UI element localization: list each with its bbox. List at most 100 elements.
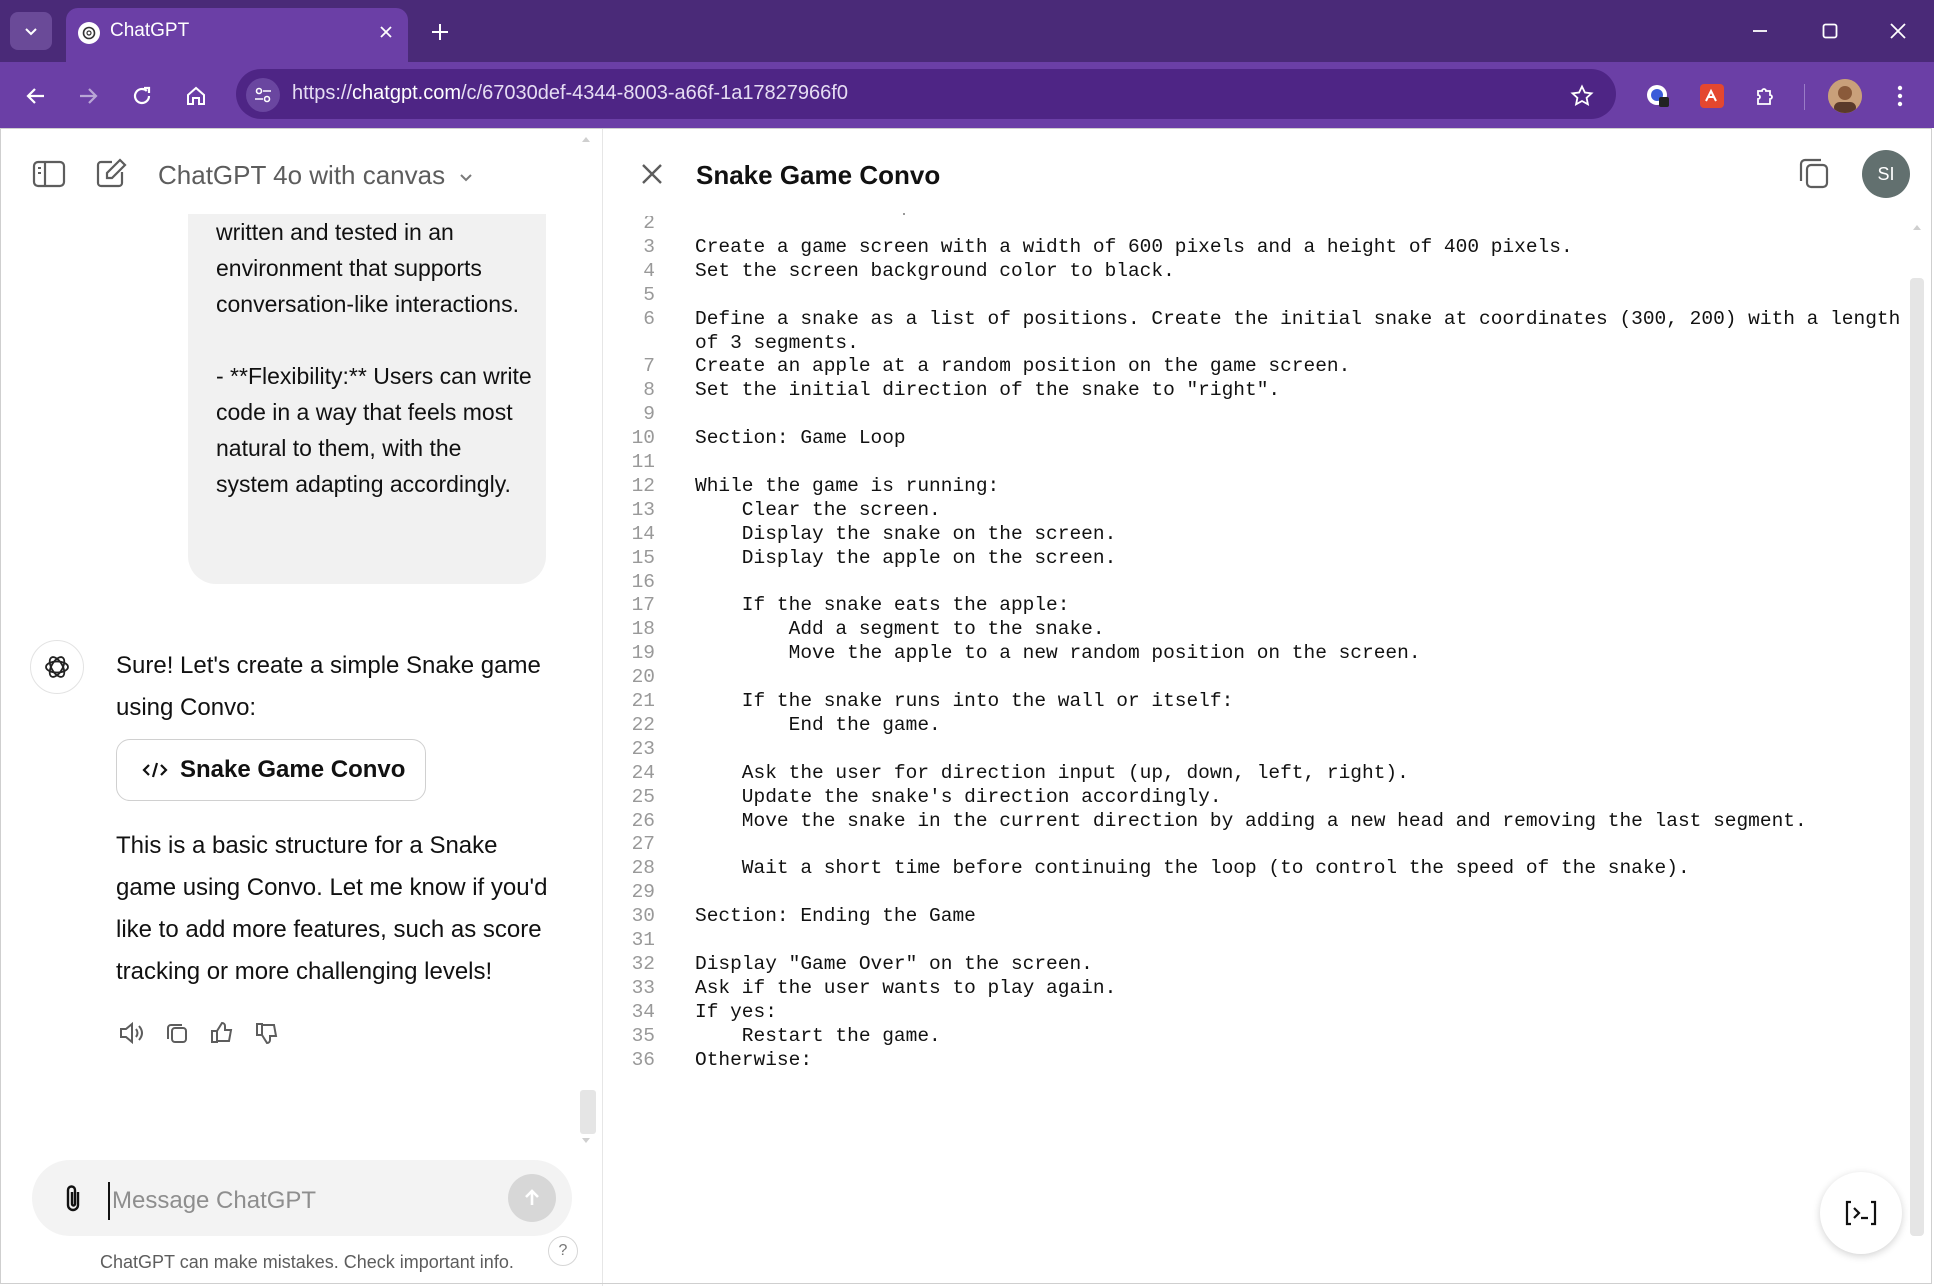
code-text: Move the apple to a new random position … xyxy=(695,642,1421,665)
disclaimer-text: ChatGPT can make mistakes. Check importa… xyxy=(100,1252,514,1272)
browser-menu-kebab-icon[interactable] xyxy=(1882,78,1918,114)
line-number: 36 xyxy=(631,1048,655,1071)
maximize-icon[interactable] xyxy=(1810,14,1850,48)
new-chat-pencil-icon[interactable] xyxy=(92,156,130,192)
extensions-puzzle-icon[interactable] xyxy=(1748,78,1784,114)
model-selector-label: ChatGPT 4o with canvas xyxy=(158,160,446,190)
line-number: 19 xyxy=(631,642,655,665)
line-number: 27 xyxy=(631,833,655,856)
code-text: If the snake runs into the wall or itsel… xyxy=(695,690,1234,712)
window-close-icon[interactable] xyxy=(1878,14,1918,48)
site-settings-icon[interactable] xyxy=(246,78,280,112)
paperclip-attach-icon[interactable] xyxy=(58,1182,90,1216)
copy-document-icon[interactable] xyxy=(1796,154,1832,192)
chat-scrollbar[interactable] xyxy=(578,128,594,1148)
scrolled-content-fragment xyxy=(903,213,905,215)
code-terminal-icon[interactable] xyxy=(1820,1172,1902,1254)
line-number: 8 xyxy=(643,379,655,402)
code-text: Add a segment to the snake. xyxy=(695,618,1105,641)
code-text: Create an apple at a random position on … xyxy=(695,355,1351,378)
code-text: Display "Game Over" on the screen. xyxy=(695,952,1093,975)
code-text: Restart the game. xyxy=(695,1024,941,1047)
chatgpt-favicon-icon xyxy=(78,22,100,44)
line-number: 11 xyxy=(631,451,655,473)
code-text: Create a game screen with a width of 600… xyxy=(695,235,1573,258)
new-tab-plus-icon[interactable] xyxy=(424,16,456,48)
reload-icon[interactable] xyxy=(124,78,160,114)
line-number: 6 xyxy=(643,307,655,330)
code-text: Display the snake on the screen. xyxy=(695,522,1117,545)
assistant-reply-outro: This is a basic structure for a Snake ga… xyxy=(116,832,548,985)
line-number: 17 xyxy=(631,594,655,617)
password-extension-icon[interactable] xyxy=(1640,78,1676,114)
line-number: 18 xyxy=(631,618,655,641)
line-number: 13 xyxy=(631,498,655,521)
url-host: chatgpt.com xyxy=(352,82,461,104)
line-number: 14 xyxy=(631,522,655,545)
url-scheme: https:// xyxy=(292,82,353,104)
thumbs-down-icon[interactable] xyxy=(250,1016,284,1050)
code-text: If the snake eats the apple: xyxy=(695,594,1070,617)
tab-title: ChatGPT xyxy=(110,20,190,41)
line-number: 22 xyxy=(631,713,655,736)
send-arrow-icon[interactable] xyxy=(508,1174,556,1222)
user-avatar[interactable]: SI xyxy=(1862,150,1910,198)
copy-icon[interactable] xyxy=(160,1016,194,1050)
tab-close-icon[interactable] xyxy=(374,20,398,44)
code-text: Set the screen background color to black… xyxy=(695,259,1175,282)
line-number: 30 xyxy=(631,905,655,928)
help-button[interactable]: ? xyxy=(548,1236,578,1266)
assistant-reply-intro: Sure! Let's create a simple Snake game u… xyxy=(116,652,541,721)
canvas-document-card-label: Snake Game Convo xyxy=(180,756,406,783)
canvas-title: Snake Game Convo xyxy=(696,160,941,190)
line-number: 3 xyxy=(643,235,655,258)
url-text[interactable]: https://chatgpt.com/c/67030def-4344-8003… xyxy=(292,82,848,105)
code-text: Move the snake in the current direction … xyxy=(695,809,1807,832)
code-text: If yes: xyxy=(695,1000,777,1023)
thumbs-up-icon[interactable] xyxy=(205,1016,239,1050)
bookmark-star-icon[interactable] xyxy=(1564,78,1600,114)
line-number: 5 xyxy=(643,283,655,306)
line-number: 23 xyxy=(631,737,655,760)
code-text: Define a snake as a list of positions. C… xyxy=(695,307,1901,330)
code-editor[interactable]: 2 3 Create a game screen with a width of 6… xyxy=(603,216,1907,1286)
pdf-extension-icon[interactable] xyxy=(1694,78,1730,114)
code-text: of 3 segments. xyxy=(695,331,859,354)
code-text: Display the apple on the screen. xyxy=(695,546,1117,569)
read-aloud-icon[interactable] xyxy=(114,1016,148,1050)
code-text: While the game is running: xyxy=(695,474,1000,497)
line-number: 32 xyxy=(631,952,655,975)
line-number: 33 xyxy=(631,976,655,999)
line-number: 26 xyxy=(631,809,655,832)
minimize-icon[interactable] xyxy=(1740,14,1780,48)
user-message-text: written and tested in an environment tha… xyxy=(216,219,532,497)
code-line[interactable]: 36 Otherwise: xyxy=(603,1049,1907,1079)
code-text: Ask the user for direction input (up, do… xyxy=(695,761,1409,784)
line-number: 15 xyxy=(631,546,655,569)
chat-scrollbar-thumb[interactable] xyxy=(580,1090,596,1134)
line-number: 34 xyxy=(631,1000,655,1023)
line-number: 7 xyxy=(643,355,655,378)
code-text: End the game. xyxy=(695,713,941,736)
home-icon[interactable] xyxy=(178,78,214,114)
sidebar-toggle-icon[interactable] xyxy=(30,156,70,192)
line-number: 16 xyxy=(631,570,655,593)
chevron-down-icon xyxy=(460,174,473,182)
code-text: Section: Ending the Game xyxy=(695,905,976,928)
code-text: Set the initial direction of the snake t… xyxy=(695,379,1281,402)
browser-profile-avatar[interactable] xyxy=(1828,79,1862,113)
model-selector[interactable]: ChatGPT 4o with canvas xyxy=(158,160,474,191)
line-number: 10 xyxy=(631,427,655,450)
tab-search-chevron-icon[interactable] xyxy=(10,12,52,50)
code-text: Update the snake's direction accordingly… xyxy=(695,785,1222,808)
back-arrow-icon[interactable] xyxy=(18,78,54,114)
line-number: 29 xyxy=(631,881,655,904)
forward-arrow-icon[interactable] xyxy=(70,78,106,114)
close-canvas-icon[interactable] xyxy=(636,158,668,190)
line-number: 2 xyxy=(643,216,655,234)
canvas-scrollbar-thumb[interactable] xyxy=(1910,278,1924,1236)
code-text: Section: Game Loop xyxy=(695,427,906,450)
message-input[interactable] xyxy=(108,1182,494,1220)
line-number: 12 xyxy=(631,474,655,497)
line-number: 31 xyxy=(631,929,655,951)
